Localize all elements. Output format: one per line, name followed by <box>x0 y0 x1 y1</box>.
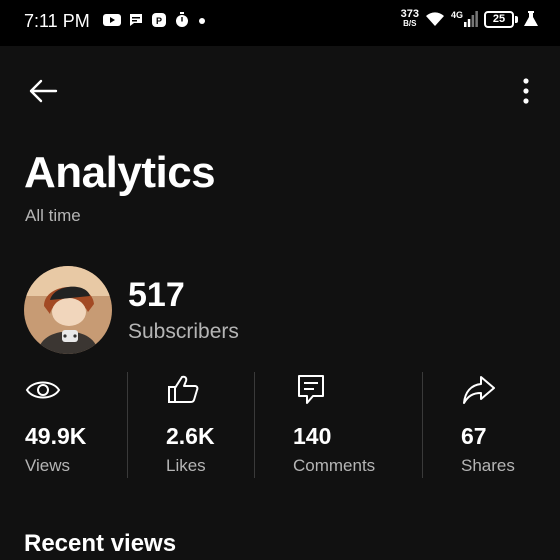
shares-label: Shares <box>461 456 515 475</box>
comments-value: 140 <box>293 423 332 449</box>
status-right-icons: 373 B/S 4G 25 <box>401 9 538 29</box>
notification-dot-icon <box>199 18 205 24</box>
paytm-icon: P <box>152 13 166 27</box>
shares-value: 67 <box>461 423 487 449</box>
wifi-icon <box>425 12 444 26</box>
battery-tip <box>515 15 518 23</box>
arrow-left-icon <box>29 79 58 103</box>
stat-divider <box>422 372 423 478</box>
battery-icon: 25 <box>484 10 518 28</box>
status-left-icons: P <box>103 12 207 28</box>
share-icon <box>461 372 497 408</box>
recent-views-heading: Recent views <box>24 530 177 557</box>
status-bar: 7:11 PM P 373 B/S 4G 25 <box>0 0 560 46</box>
eye-icon <box>25 372 61 408</box>
youtube-icon <box>103 14 121 26</box>
network-speed-value: 373 <box>400 8 419 20</box>
cell-signal: 4G <box>451 11 478 27</box>
network-speed-unit: B/S <box>403 19 417 28</box>
more-options-button[interactable] <box>516 76 536 106</box>
views-value: 49.9K <box>25 423 87 449</box>
network-type: 4G <box>450 10 463 20</box>
comments-label: Comments <box>293 456 376 475</box>
more-vertical-icon <box>523 78 529 104</box>
likes-label: Likes <box>166 456 206 475</box>
likes-value: 2.6K <box>166 423 215 449</box>
timer-icon <box>176 12 188 27</box>
stat-divider <box>254 372 255 478</box>
battery-level: 25 <box>484 10 514 28</box>
status-time: 7:11 PM <box>24 11 90 31</box>
avatar-image <box>24 266 112 354</box>
thumbs-up-icon <box>166 372 202 408</box>
subscriber-count: 517 <box>128 276 185 314</box>
subscriber-label: Subscribers <box>128 320 239 343</box>
channel-avatar[interactable] <box>24 266 112 354</box>
flask-icon <box>524 11 538 26</box>
page-title: Analytics <box>24 148 216 197</box>
stat-divider <box>127 372 128 478</box>
views-label: Views <box>25 456 71 475</box>
cell-signal-icon <box>464 11 478 27</box>
back-button[interactable] <box>26 76 60 106</box>
date-range-label: All time <box>25 206 81 225</box>
chat-bubble-icon <box>130 14 142 26</box>
network-speed: 373 B/S <box>401 9 419 29</box>
svg-text:P: P <box>156 16 162 26</box>
comment-icon <box>293 372 329 408</box>
